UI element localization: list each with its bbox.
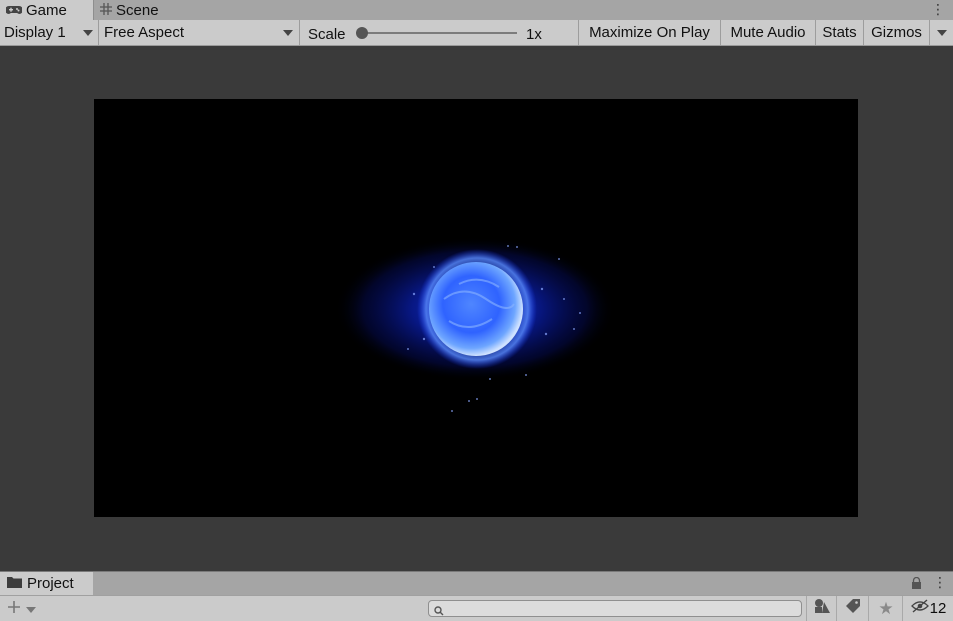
hidden-count: 12: [929, 600, 947, 617]
star-icon: ★: [878, 598, 894, 618]
search-by-label-button[interactable]: [836, 596, 869, 621]
gizmos-toggle[interactable]: Gizmos: [864, 20, 929, 45]
gamepad-icon: [5, 2, 23, 19]
hidden-packages-toggle[interactable]: 12: [902, 596, 953, 621]
tab-game[interactable]: Game: [0, 0, 94, 20]
project-panel-header: Project ⋮: [0, 571, 953, 595]
tab-scene[interactable]: Scene: [94, 0, 194, 20]
scale-slider-track[interactable]: [364, 32, 517, 34]
eye-slash-icon: [910, 599, 929, 618]
aspect-dropdown-label: Free Aspect: [104, 24, 185, 41]
search-icon: [434, 603, 444, 621]
scale-label: Scale: [308, 26, 346, 43]
scale-slider-handle[interactable]: [356, 27, 368, 39]
tag-icon: [845, 598, 861, 619]
chevron-down-icon: [936, 29, 947, 36]
lock-icon[interactable]: [911, 576, 922, 594]
grid-icon: [100, 2, 112, 19]
tab-game-label: Game: [26, 1, 67, 19]
maximize-on-play-toggle[interactable]: Maximize On Play: [578, 20, 721, 45]
display-dropdown[interactable]: Display 1: [0, 20, 99, 45]
chevron-down-icon: [26, 606, 36, 613]
search-by-type-button[interactable]: [806, 596, 837, 621]
chevron-down-icon: [283, 30, 293, 36]
search-input[interactable]: [428, 600, 802, 617]
tab-scene-label: Scene: [116, 1, 159, 19]
project-toolbar: ★ 12: [0, 595, 953, 621]
shapes-icon: [813, 598, 831, 619]
display-dropdown-label: Display 1: [4, 24, 66, 41]
stats-toggle[interactable]: Stats: [816, 20, 864, 45]
more-options-icon[interactable]: ⋮: [931, 1, 945, 17]
folder-icon: [7, 575, 22, 592]
chevron-down-icon: [83, 30, 93, 36]
game-viewport[interactable]: [94, 99, 858, 517]
game-view-toolbar: Display 1 Free Aspect Scale 1x Maximize …: [0, 20, 953, 46]
scale-value: 1x: [526, 26, 542, 43]
favorites-button[interactable]: ★: [868, 596, 903, 621]
tab-project[interactable]: Project: [0, 572, 93, 595]
more-options-icon[interactable]: ⋮: [933, 574, 947, 591]
tab-project-label: Project: [27, 575, 74, 592]
mute-audio-toggle[interactable]: Mute Audio: [721, 20, 816, 45]
create-button[interactable]: [6, 599, 36, 620]
blue-orb-render: [335, 237, 615, 412]
window-tab-bar: Game Scene ⋮: [0, 0, 953, 20]
plus-icon: [6, 599, 22, 620]
gizmos-dropdown[interactable]: [929, 20, 953, 45]
aspect-dropdown[interactable]: Free Aspect: [99, 20, 300, 45]
